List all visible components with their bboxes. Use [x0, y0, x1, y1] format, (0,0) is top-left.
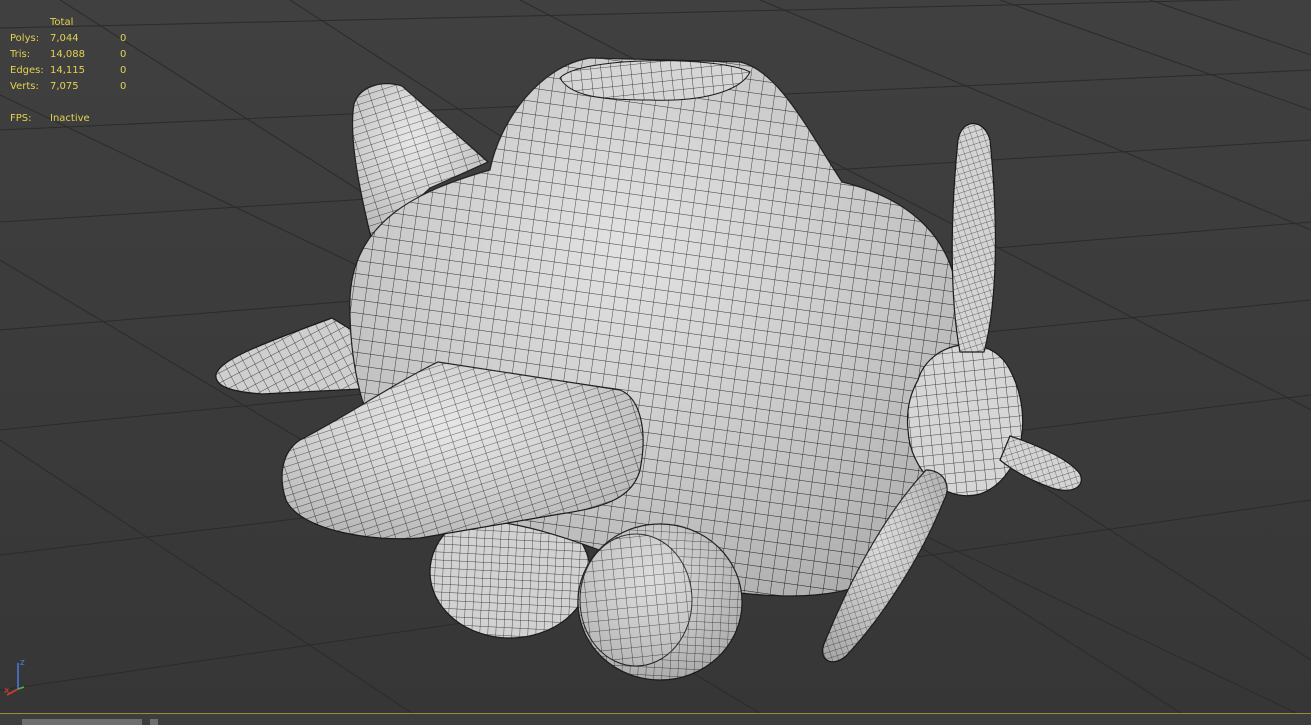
stats-total: 14,088: [50, 49, 85, 60]
fps-value: Inactive: [50, 113, 90, 124]
stats-selected: 0: [120, 33, 127, 44]
axis-tripod-icon: z x: [4, 658, 25, 696]
propeller-blade-top: [951, 123, 996, 353]
axis-x-label: x: [4, 686, 10, 696]
time-slider-handle[interactable]: [22, 719, 142, 725]
stats-selected: 0: [120, 65, 127, 76]
stats-selected: 0: [120, 49, 127, 60]
axis-y-line: [17, 686, 25, 690]
stats-header-total: Total: [50, 17, 74, 28]
stats-total: 14,115: [50, 65, 85, 76]
perspective-viewport[interactable]: Total Polys: 7,044 0 Tris: 14,088 0 Edge…: [0, 0, 1311, 725]
axis-z-label: z: [20, 658, 25, 668]
fps-label: FPS:: [10, 113, 32, 124]
stats-total: 7,044: [50, 33, 79, 44]
stats-label: Polys:: [10, 33, 40, 44]
stats-label: Verts:: [10, 81, 39, 92]
stats-total: 7,075: [50, 81, 79, 92]
stats-label: Tris:: [10, 49, 31, 60]
time-slider-next-button[interactable]: [150, 719, 158, 725]
stats-selected: 0: [120, 81, 127, 92]
scene-canvas[interactable]: [0, 0, 1311, 725]
time-slider-strip[interactable]: [0, 713, 1311, 725]
stats-label: Edges:: [10, 65, 44, 76]
propeller-blade-right: [999, 435, 1082, 491]
